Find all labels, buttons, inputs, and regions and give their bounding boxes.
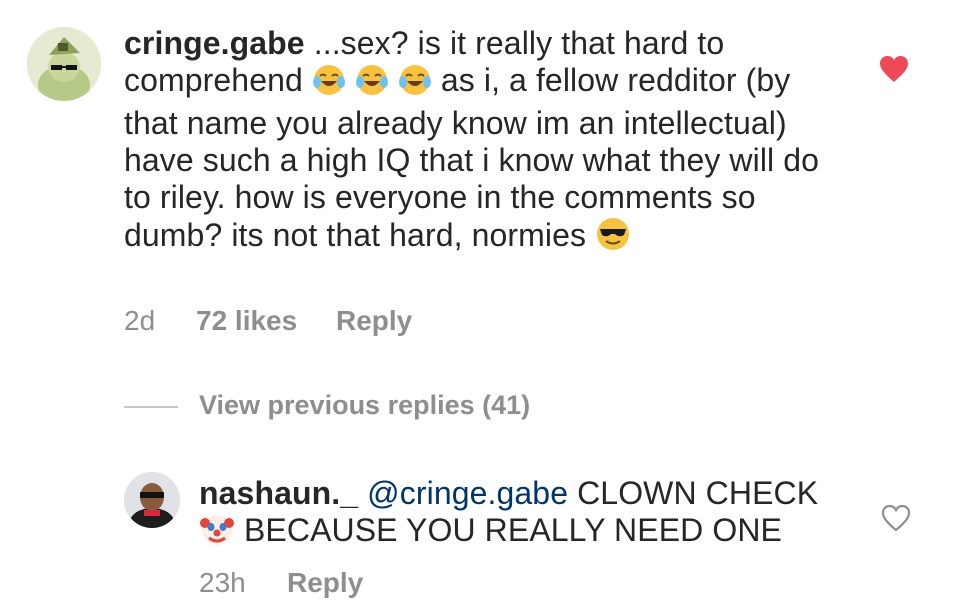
comment-age: 2d: [124, 305, 156, 336]
reply-text-part1: CLOWN CHECK: [568, 475, 819, 511]
reply-body: nashaun._ @cringe.gabe CLOWN CHECK BECAU…: [199, 475, 859, 554]
reply-text-part2: BECAUSE YOU REALLY NEED ONE: [235, 512, 782, 548]
reply-reply-button[interactable]: Reply: [287, 567, 363, 599]
avatar[interactable]: [27, 27, 101, 101]
reply-button[interactable]: Reply: [336, 305, 412, 337]
reply-mention-link[interactable]: @cringe.gabe: [367, 475, 568, 511]
tears-of-joy-icon: [312, 63, 346, 105]
tears-of-joy-icon: [398, 63, 432, 105]
comment-body: cringe.gabe ...sex? is it really that ha…: [124, 25, 824, 260]
comment-likes-count[interactable]: 72 likes: [196, 305, 297, 337]
reply-username[interactable]: nashaun._: [199, 475, 358, 511]
reply-age: 23h: [199, 567, 246, 598]
reply-avatar[interactable]: [124, 472, 180, 528]
tears-of-joy-icon: [355, 63, 389, 105]
sunglasses-face-icon: [595, 216, 631, 260]
comment-username[interactable]: cringe.gabe: [124, 25, 305, 61]
avatar-image: [27, 27, 101, 101]
reply-like-heart-icon[interactable]: [881, 504, 911, 532]
like-heart-icon[interactable]: [879, 55, 909, 83]
view-previous-replies-button[interactable]: View previous replies (41): [199, 390, 530, 421]
reply-avatar-image: [124, 472, 180, 528]
replies-divider: [124, 406, 178, 408]
clown-face-icon: [199, 511, 235, 554]
